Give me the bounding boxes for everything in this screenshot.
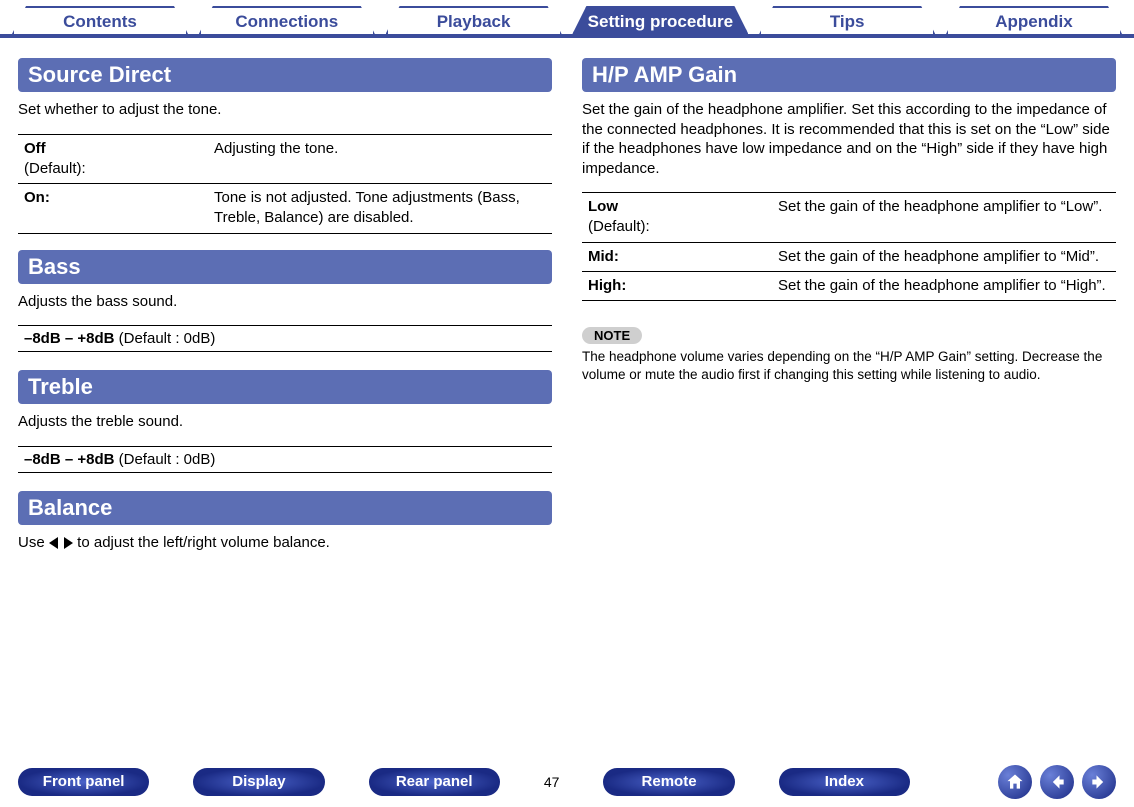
- range-value: –8dB – +8dB: [24, 451, 114, 468]
- opt-val: Set the gain of the headphone amplifier …: [772, 271, 1116, 300]
- home-button[interactable]: [998, 765, 1032, 799]
- tab-appendix[interactable]: Appendix: [946, 6, 1122, 34]
- desc-balance-pre: Use: [18, 534, 49, 551]
- heading-hp-amp-gain: H/P AMP Gain: [582, 58, 1116, 92]
- pill-display[interactable]: Display: [193, 768, 324, 796]
- table-row: On: Tone is not adjusted. Tone adjustmen…: [18, 184, 552, 234]
- opt-val: Tone is not adjusted. Tone adjustments (…: [208, 184, 552, 234]
- desc-treble: Adjusts the treble sound.: [18, 412, 552, 432]
- opt-val: Adjusting the tone.: [208, 134, 552, 184]
- nav-icons: [998, 765, 1116, 799]
- table-row: Off (Default): Adjusting the tone.: [18, 134, 552, 184]
- range-bass: –8dB – +8dB (Default : 0dB): [18, 325, 552, 352]
- opt-key-rest: (Default):: [588, 218, 650, 235]
- table-source-direct: Off (Default): Adjusting the tone. On: T…: [18, 134, 552, 234]
- heading-source-direct: Source Direct: [18, 58, 552, 92]
- left-column: Source Direct Set whether to adjust the …: [18, 58, 552, 566]
- table-row: Mid: Set the gain of the headphone ampli…: [582, 242, 1116, 271]
- tab-tips[interactable]: Tips: [759, 6, 935, 34]
- next-page-button[interactable]: [1082, 765, 1116, 799]
- opt-val: Set the gain of the headphone amplifier …: [772, 193, 1116, 243]
- prev-page-button[interactable]: [1040, 765, 1074, 799]
- desc-source-direct: Set whether to adjust the tone.: [18, 100, 552, 120]
- table-hp-amp-gain: Low (Default): Set the gain of the headp…: [582, 192, 1116, 301]
- right-column: H/P AMP Gain Set the gain of the headpho…: [582, 58, 1116, 566]
- tab-contents[interactable]: Contents: [12, 6, 188, 34]
- note-badge: NOTE: [582, 327, 642, 344]
- heading-treble: Treble: [18, 370, 552, 404]
- desc-hp-amp-gain: Set the gain of the headphone amplifier.…: [582, 100, 1116, 178]
- pill-rear-panel[interactable]: Rear panel: [369, 768, 500, 796]
- tab-playback[interactable]: Playback: [386, 6, 562, 34]
- triangle-right-icon: [64, 537, 73, 549]
- opt-key: Off: [24, 140, 46, 157]
- opt-val: Set the gain of the headphone amplifier …: [772, 242, 1116, 271]
- opt-key: Low: [588, 198, 618, 215]
- table-row: Low (Default): Set the gain of the headp…: [582, 193, 1116, 243]
- pill-index[interactable]: Index: [779, 768, 910, 796]
- bottom-bar: Front panel Display Rear panel 47 Remote…: [0, 765, 1134, 799]
- desc-balance-post: to adjust the left/right volume balance.: [73, 534, 330, 551]
- pill-remote[interactable]: Remote: [603, 768, 734, 796]
- desc-balance: Use to adjust the left/right volume bala…: [18, 533, 552, 553]
- content-area: Source Direct Set whether to adjust the …: [0, 38, 1134, 566]
- desc-bass: Adjusts the bass sound.: [18, 292, 552, 312]
- range-treble: –8dB – +8dB (Default : 0dB): [18, 446, 552, 473]
- triangle-left-icon: [49, 537, 58, 549]
- heading-balance: Balance: [18, 491, 552, 525]
- tab-connections[interactable]: Connections: [199, 6, 375, 34]
- arrow-right-icon: [1089, 772, 1109, 792]
- arrow-left-icon: [1047, 772, 1067, 792]
- page-number: 47: [544, 774, 560, 790]
- range-default: (Default : 0dB): [114, 330, 215, 347]
- home-icon: [1005, 772, 1025, 792]
- top-tab-bar: Contents Connections Playback Setting pr…: [0, 0, 1134, 38]
- table-row: High: Set the gain of the headphone ampl…: [582, 271, 1116, 300]
- tab-setting-procedure[interactable]: Setting procedure: [572, 6, 748, 34]
- heading-bass: Bass: [18, 250, 552, 284]
- opt-key: High:: [588, 277, 626, 294]
- range-default: (Default : 0dB): [114, 451, 215, 468]
- opt-key: On:: [24, 189, 50, 206]
- opt-key-rest: (Default):: [24, 160, 86, 177]
- pill-front-panel[interactable]: Front panel: [18, 768, 149, 796]
- range-value: –8dB – +8dB: [24, 330, 114, 347]
- opt-key: Mid:: [588, 248, 619, 265]
- note-text: The headphone volume varies depending on…: [582, 348, 1116, 384]
